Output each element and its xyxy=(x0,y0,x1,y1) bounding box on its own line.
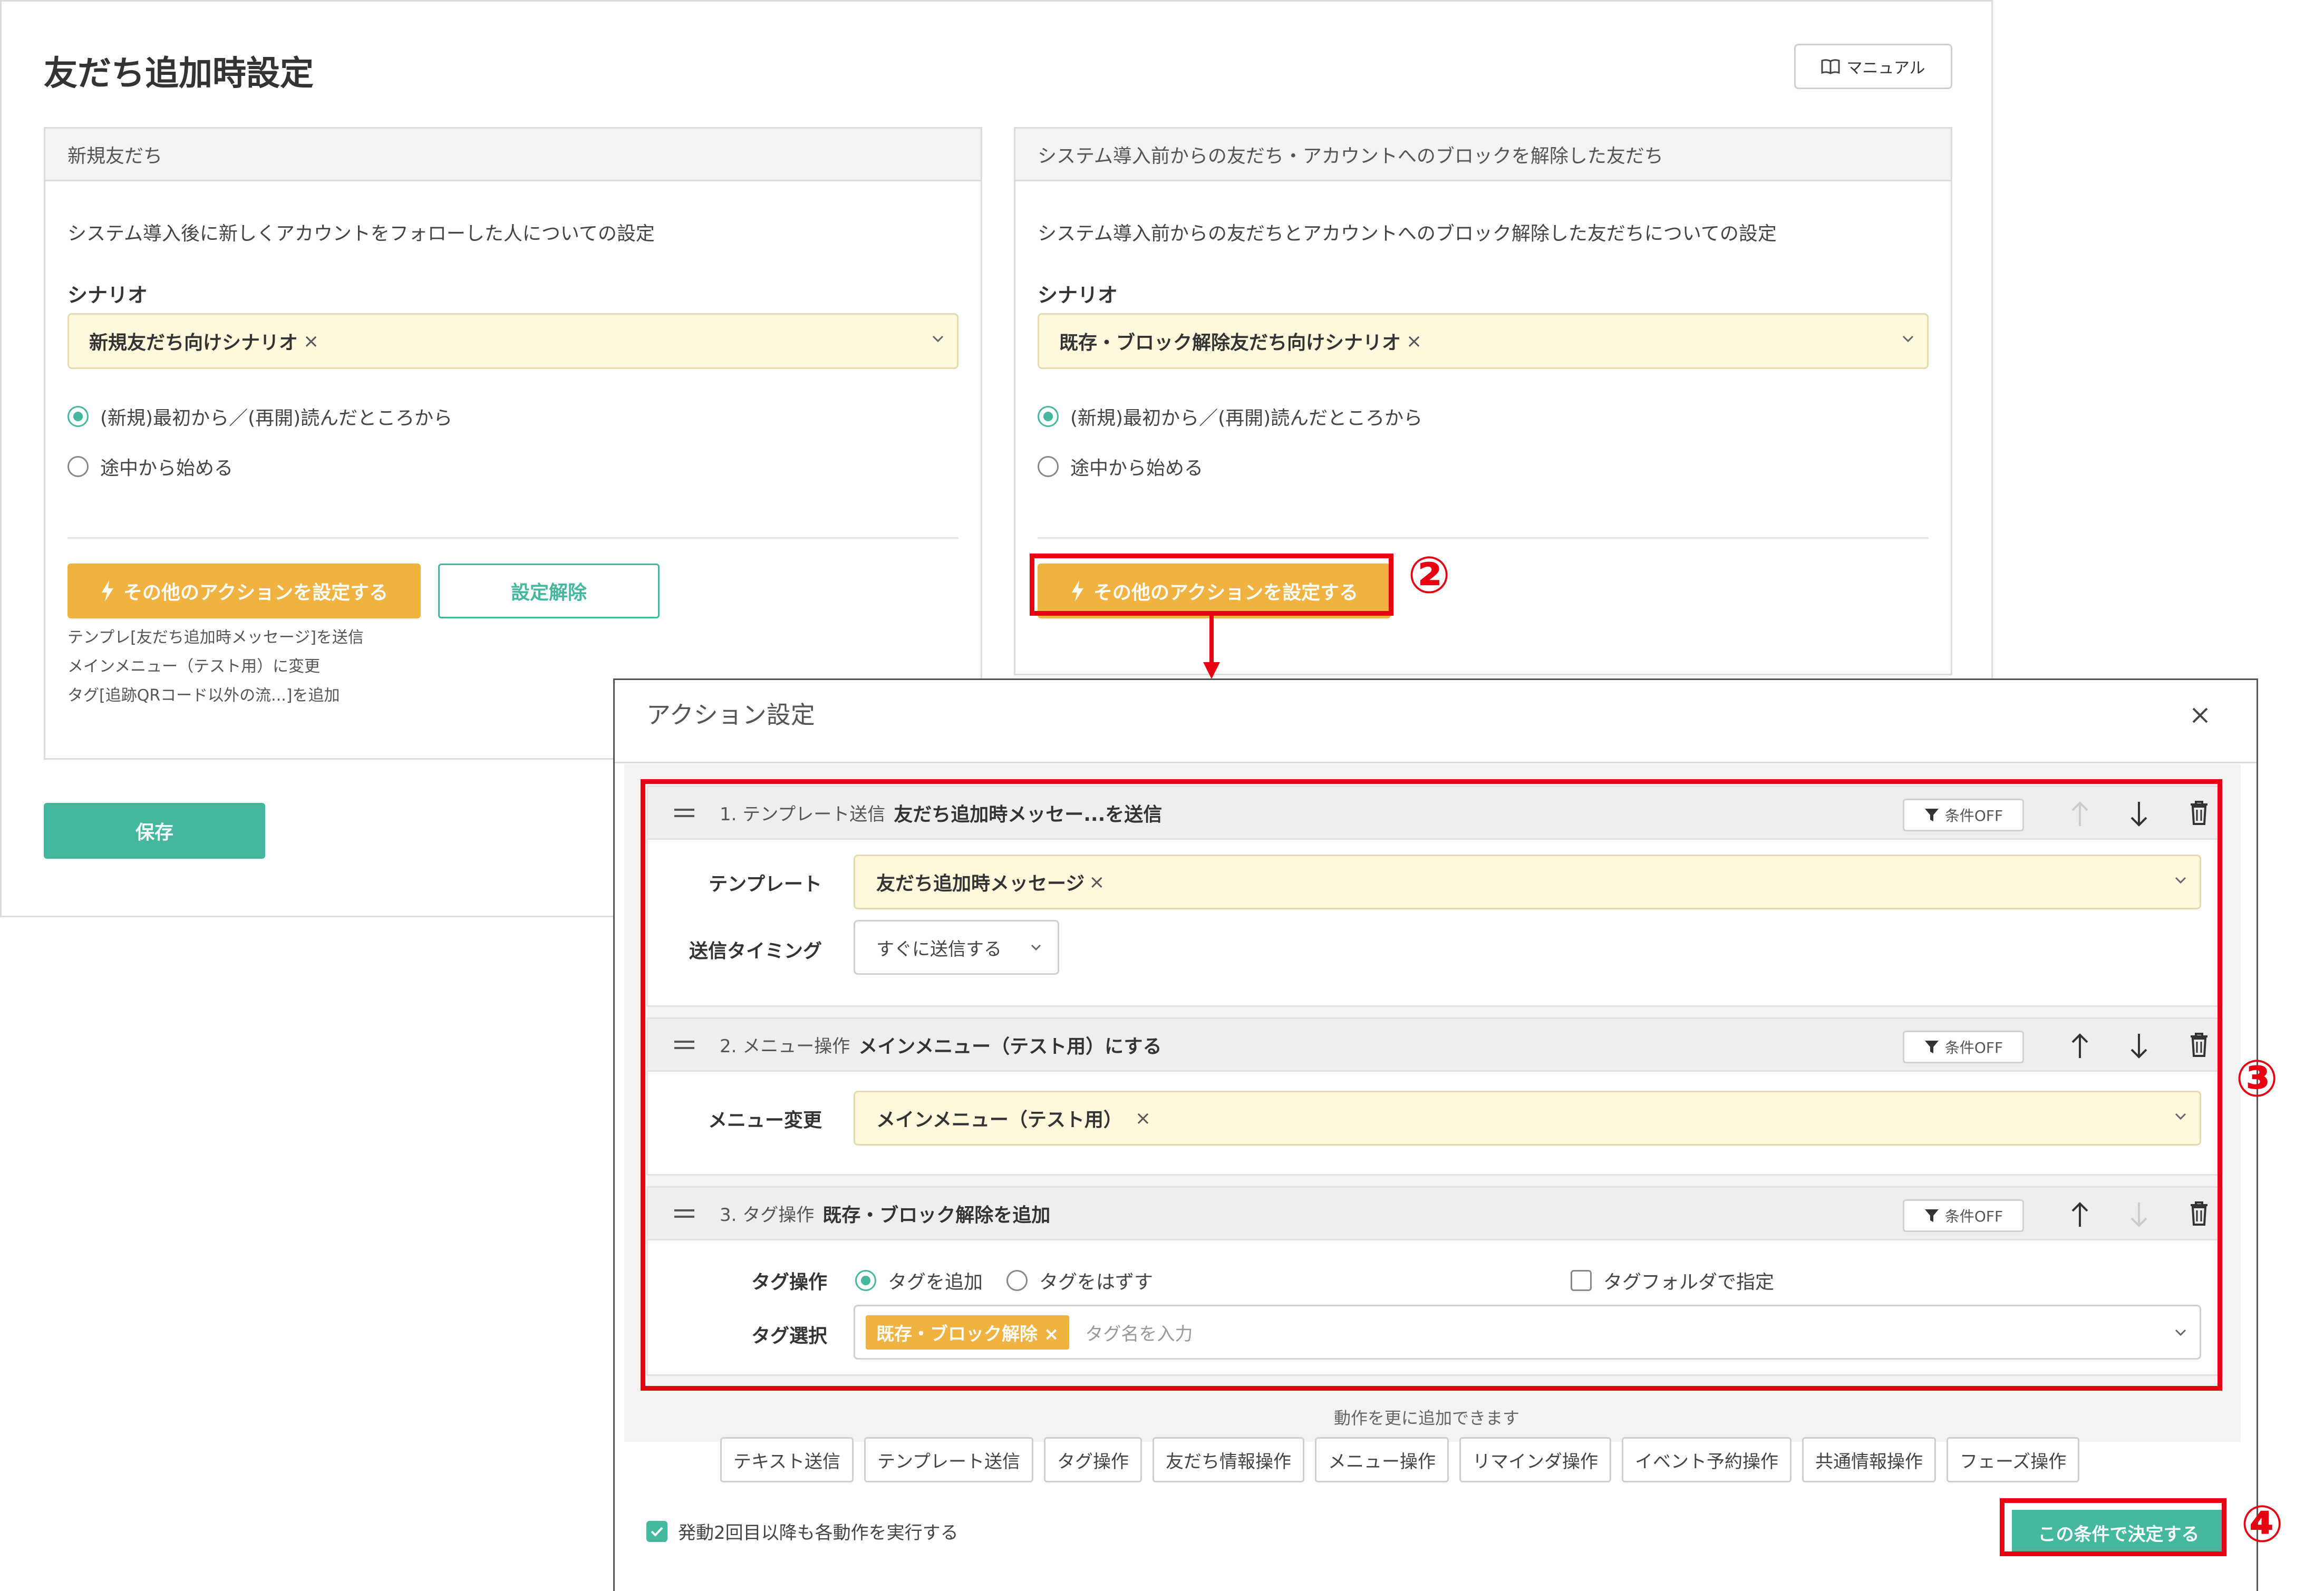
page-title: 友だち追加時設定 xyxy=(44,54,314,93)
panel-header: 新規友だち xyxy=(45,129,981,181)
add-text-send-button[interactable]: テキスト送信 xyxy=(720,1437,854,1482)
set-other-actions-button[interactable]: その他のアクションを設定する xyxy=(67,564,421,618)
annotation-step3: ③ xyxy=(2235,1049,2279,1108)
annotation-step2: ② xyxy=(1408,546,1451,605)
chevron-down-icon xyxy=(1902,335,1914,343)
scenario-label: シナリオ xyxy=(67,284,148,307)
add-more-hint: 動作を更に追加できます xyxy=(1333,1408,1519,1428)
radio-label: 途中から始める xyxy=(1070,458,1204,479)
scenario-value: 新規友だち向けシナリオ xyxy=(89,332,298,354)
radio-label: (新規)最初から／(再開)読んだところから xyxy=(100,408,453,429)
scenario-select[interactable]: 既存・ブロック解除友だち向けシナリオ × xyxy=(1038,313,1929,369)
chevron-down-icon xyxy=(932,335,944,343)
panel-description: システム導入前からの友だちとアカウントへのブロック解除した友だちについての設定 xyxy=(1038,223,1777,245)
radio-from-start[interactable]: (新規)最初から／(再開)読んだところから xyxy=(1038,403,1422,430)
lightning-icon xyxy=(101,580,113,602)
radio-from-middle[interactable]: 途中から始める xyxy=(67,453,233,480)
add-reminder-button[interactable]: リマインダ操作 xyxy=(1459,1437,1611,1482)
new-friends-panel: 新規友だち システム導入後に新しくアカウントをフォローした人についての設定 シナ… xyxy=(44,127,982,760)
radio-label: 途中から始める xyxy=(100,458,234,479)
radio-button[interactable] xyxy=(67,456,89,477)
add-template-send-button[interactable]: テンプレート送信 xyxy=(864,1437,1033,1482)
divider xyxy=(67,537,958,539)
divider xyxy=(615,762,2257,763)
panel-header: システム導入前からの友だち・アカウントへのブロックを解除した友だち xyxy=(1015,129,1951,181)
radio-label: (新規)最初から／(再開)読んだところから xyxy=(1070,408,1423,429)
checkbox[interactable] xyxy=(646,1520,667,1542)
add-friend-info-button[interactable]: 友だち情報操作 xyxy=(1152,1437,1304,1482)
annotation-frame-step4 xyxy=(2000,1498,2226,1556)
add-event-booking-button[interactable]: イベント予約操作 xyxy=(1621,1437,1792,1482)
panel-description: システム導入後に新しくアカウントをフォローした人についての設定 xyxy=(67,223,655,245)
scenario-value: 既存・ブロック解除友だち向けシナリオ xyxy=(1059,332,1401,354)
annotation-step4: ④ xyxy=(2241,1495,2284,1554)
remove-scenario-icon[interactable]: × xyxy=(303,331,319,352)
radio-button[interactable] xyxy=(67,406,89,427)
repeat-actions-checkbox[interactable]: 発動2回目以降も各動作を実行する xyxy=(646,1518,958,1544)
add-shared-info-button[interactable]: 共通情報操作 xyxy=(1802,1437,1936,1482)
check-icon xyxy=(651,1527,663,1537)
modal-title: アクション設定 xyxy=(646,701,815,729)
radio-from-start[interactable]: (新規)最初から／(再開)読んだところから xyxy=(67,403,452,430)
repeat-label: 発動2回目以降も各動作を実行する xyxy=(678,1522,958,1544)
radio-button[interactable] xyxy=(1038,406,1059,427)
annotation-frame-step3 xyxy=(641,779,2222,1391)
radio-from-middle[interactable]: 途中から始める xyxy=(1038,453,1203,480)
radio-button[interactable] xyxy=(1038,456,1059,477)
add-tag-operation-button[interactable]: タグ操作 xyxy=(1043,1437,1142,1482)
remove-scenario-icon[interactable]: × xyxy=(1406,331,1422,352)
annotation-arrow xyxy=(1203,616,1220,679)
divider xyxy=(1038,537,1929,539)
scenario-label: シナリオ xyxy=(1038,284,1118,307)
book-icon xyxy=(1821,59,1840,74)
save-button[interactable]: 保存 xyxy=(44,803,265,859)
add-phase-operation-button[interactable]: フェーズ操作 xyxy=(1946,1437,2080,1482)
close-icon[interactable] xyxy=(2191,706,2209,724)
add-action-buttons: テキスト送信 テンプレート送信 タグ操作 友だち情報操作 メニュー操作 リマイン… xyxy=(720,1437,2080,1482)
summary-line: テンプレ[友だち追加時メッセージ]を送信 xyxy=(67,628,364,647)
manual-label: マニュアル xyxy=(1846,59,1925,77)
action-button-label: その他のアクションを設定する xyxy=(123,582,389,604)
clear-settings-button[interactable]: 設定解除 xyxy=(438,564,660,618)
summary-line: メインメニュー（テスト用）に変更 xyxy=(67,657,321,676)
add-menu-operation-button[interactable]: メニュー操作 xyxy=(1314,1437,1449,1482)
manual-button[interactable]: マニュアル xyxy=(1794,44,1952,89)
summary-line: タグ[追跡QRコード以外の流...]を追加 xyxy=(67,686,340,705)
annotation-frame-step2 xyxy=(1030,554,1393,616)
scenario-select[interactable]: 新規友だち向けシナリオ × xyxy=(67,313,958,369)
